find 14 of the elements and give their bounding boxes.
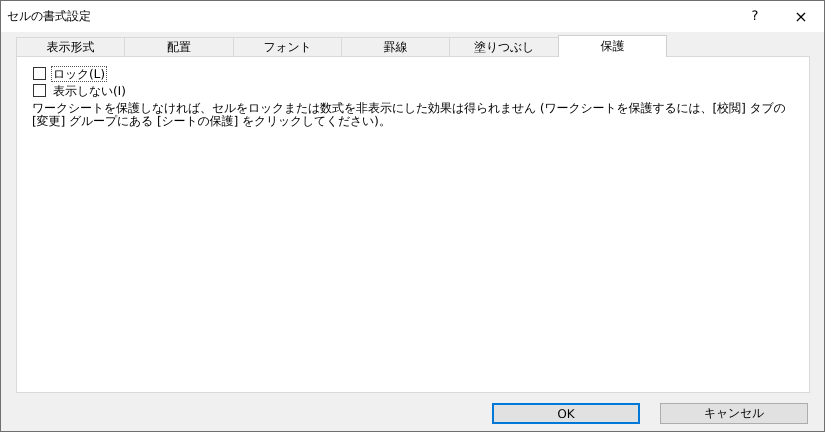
ok-button[interactable]: OK — [492, 403, 640, 424]
tab[interactable]: 表示形式 — [16, 37, 126, 56]
help-button[interactable]: ? — [732, 2, 778, 32]
checkbox-label[interactable]: 表示しない(I) — [51, 82, 128, 98]
checkbox[interactable] — [33, 84, 46, 97]
close-button[interactable]: × — [778, 2, 824, 32]
description-text: ワークシートを保護しなければ、セルをロックまたは数式を非表示にした効果は得られません (ワークシートを保護するには、[校閲] タブの [変更] グループにある [シートの保護] をクリックしてください)。 — [32, 102, 787, 128]
cancel-button[interactable]: キャンセル — [660, 403, 808, 424]
tab[interactable]: 保護 — [558, 35, 667, 57]
tab[interactable]: 塗りつぶし — [449, 37, 559, 56]
tab[interactable]: 配置 — [124, 37, 234, 56]
window-title: セルの書式設定 — [6, 8, 92, 25]
checkbox-label[interactable]: ロック(L) — [51, 66, 108, 82]
checkbox[interactable] — [33, 67, 46, 80]
